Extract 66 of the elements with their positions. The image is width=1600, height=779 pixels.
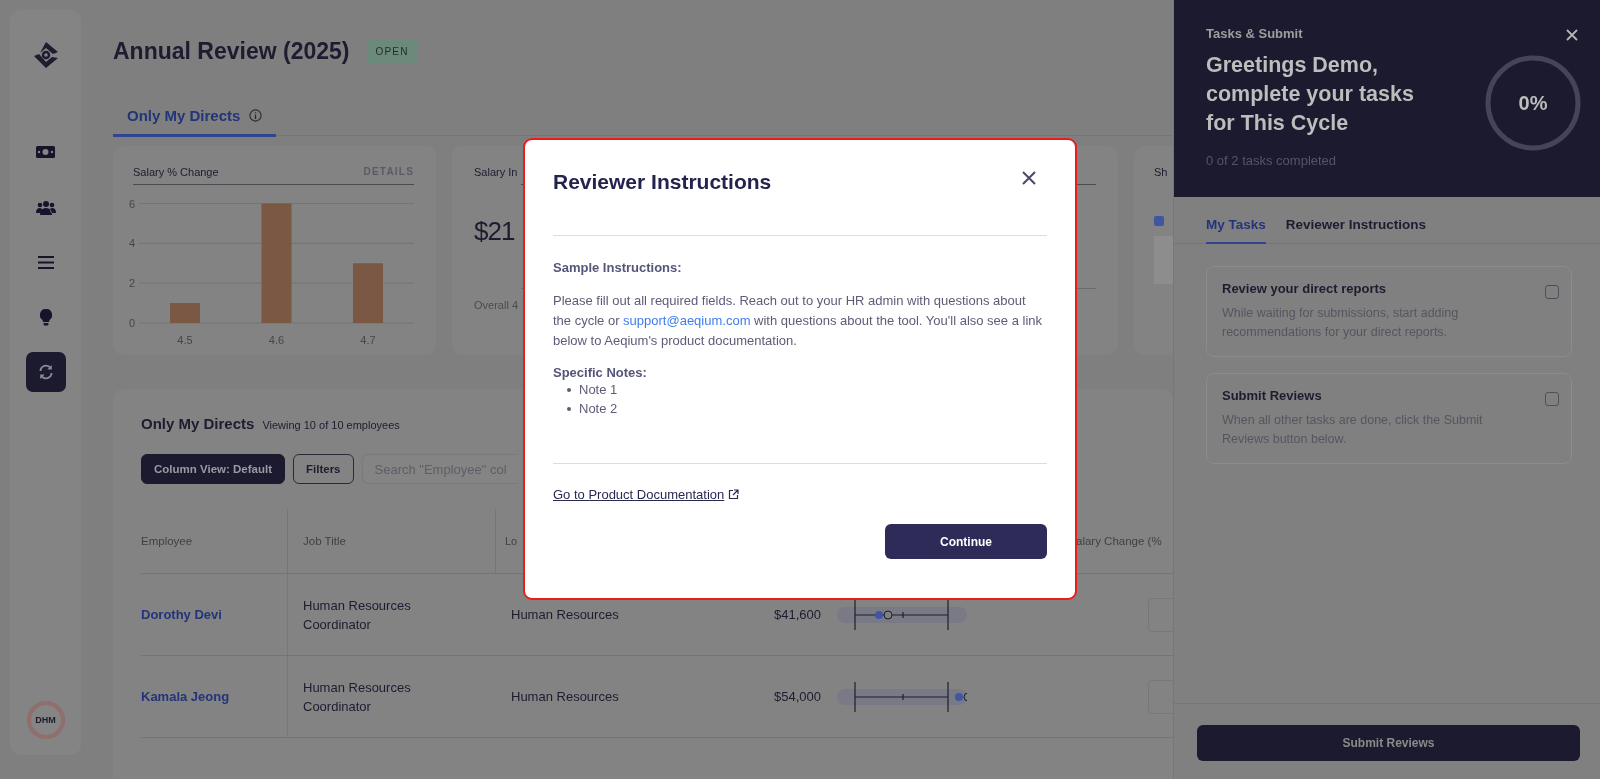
axis-tick-label: 2 (128, 277, 136, 290)
lightbulb-icon (39, 308, 52, 326)
table-cell-text: Human Resources Coordinator (303, 596, 412, 634)
card-title: Salary In (474, 166, 519, 178)
section-heading: Specific Notes: (553, 365, 648, 380)
documentation-link[interactable]: Go to Product Documentation (553, 487, 725, 502)
table-cell: Human Resources (511, 607, 619, 622)
instructions-text: Please fill out all required fields. Reach out to your HR admin with questions about the cycle or support@aeqium.com with questions about the tool. You'll also see a link below to Aeqium's product documentation. (553, 292, 1044, 350)
bullet-icon (567, 387, 571, 392)
employee-link[interactable]: Dorothy Devi (141, 607, 222, 622)
employee-link[interactable]: Kamala Jeong (141, 689, 230, 704)
tab[interactable]: My Tasks (1206, 217, 1266, 244)
table-cell: $41,600 (774, 607, 821, 622)
legend-swatch (1154, 216, 1164, 226)
column-header[interactable]: Employee (141, 535, 193, 547)
panel-eyebrow: Tasks & Submit (1206, 26, 1304, 41)
checkbox[interactable] (1545, 285, 1559, 299)
task-summary: 0 of 2 tasks completed (1206, 153, 1338, 168)
external-link-icon (728, 489, 740, 500)
axis-tick-label: 4 (128, 237, 136, 250)
nav-button[interactable] (25, 352, 66, 392)
section-heading: Sample Instructions: (553, 260, 683, 275)
column-header[interactable]: Job Title (303, 535, 346, 547)
employee-count: Viewing 10 of 10 employees (262, 419, 400, 431)
card-title: Salary % Change (133, 166, 219, 178)
banknote-icon (36, 145, 55, 159)
chart-bar (353, 263, 383, 323)
close-icon[interactable] (1566, 29, 1578, 41)
menu-icon (37, 255, 54, 269)
refresh-icon (37, 364, 54, 380)
people-icon (35, 199, 56, 215)
task-title: Review your direct reports (1222, 281, 1387, 296)
page-title: Annual Review (2025) (113, 38, 350, 65)
table-cell-text: Human Resources Coordinator (303, 678, 412, 716)
continue-button[interactable]: Continue (885, 524, 1047, 559)
tab[interactable]: Reviewer Instructions (1285, 217, 1427, 244)
axis-tick-label: 6 (128, 197, 136, 210)
tab[interactable]: Only My Directs (113, 107, 277, 137)
axis-category-label: 4.5 (177, 334, 193, 346)
submit-button[interactable]: Submit Reviews (1197, 725, 1580, 761)
summary-footer: Overall 4 (474, 299, 521, 311)
info-icon (249, 109, 263, 122)
checkbox[interactable] (1545, 392, 1559, 406)
column-header[interactable]: alary Change (% (1076, 535, 1162, 547)
panel-heading: Greetings Demo, complete your tasks for This Cycle (1206, 52, 1415, 137)
status-badge: OPEN (367, 39, 417, 64)
email-link[interactable]: support@aeqium.com (623, 313, 751, 328)
column-view-button[interactable]: Column View: Default (141, 454, 285, 484)
progress-label: 0% (1518, 91, 1548, 115)
user-avatar[interactable]: DHM (26, 701, 65, 739)
table-cell: Human Resources (511, 689, 619, 704)
modal-title: Reviewer Instructions (553, 170, 772, 194)
section-title: Only My Directs (141, 415, 255, 432)
summary-value: $21 (474, 216, 516, 247)
close-icon[interactable] (1021, 170, 1037, 186)
column-header[interactable]: Lo (505, 535, 518, 547)
filter-button[interactable]: Filters (293, 454, 354, 484)
card-title: Sh (1154, 166, 1169, 178)
chart-bar (170, 303, 200, 323)
note-item: Note 2 (579, 401, 618, 416)
note-item: Note 1 (579, 382, 618, 397)
axis-category-label: 4.7 (360, 334, 376, 346)
table-cell: $54,000 (774, 689, 821, 704)
task-title: Submit Reviews (1222, 388, 1323, 403)
axis-category-label: 4.6 (268, 334, 285, 346)
bullet-icon (567, 406, 571, 411)
